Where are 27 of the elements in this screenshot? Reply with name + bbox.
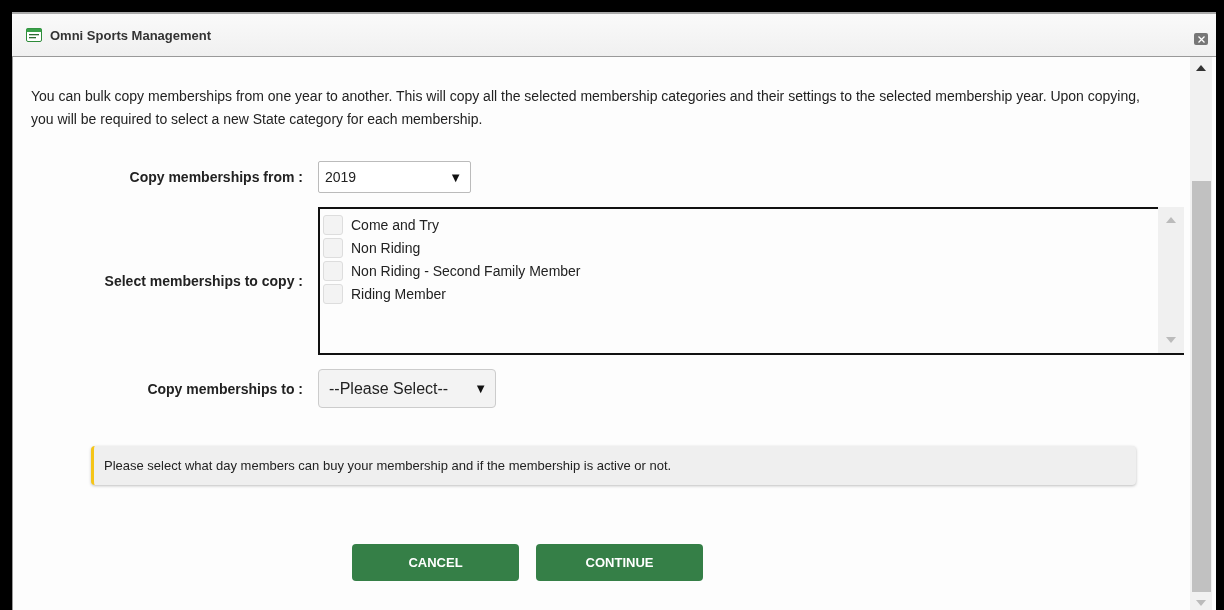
checkbox[interactable] [323, 237, 343, 258]
checkbox[interactable] [323, 214, 343, 235]
intro-text: You can bulk copy memberships from one year to another. This will copy all the selected membership categories and their settings to the selected membership year. Upon copying, you will be required to select a new State category for each membership. [31, 87, 1141, 129]
close-button[interactable] [1194, 33, 1208, 45]
scrollbar[interactable] [1190, 57, 1212, 610]
field-label: Copy memberships from : [128, 169, 303, 185]
field-label: Select memberships to copy : [103, 273, 303, 289]
info-note: Please select what day members can buy your membership and if the membership is active or not. [91, 446, 1136, 485]
membership-label: Riding Member [351, 285, 446, 302]
membership-label: Non Riding - Second Family Member [351, 262, 581, 279]
scroll-up-icon[interactable] [1196, 65, 1206, 71]
checkbox[interactable] [323, 260, 343, 281]
scroll-thumb[interactable] [1191, 181, 1211, 592]
membership-label: Come and Try [351, 216, 439, 233]
checkbox[interactable] [323, 283, 343, 304]
field-label: Copy memberships to : [146, 380, 303, 397]
membership-label: Non Riding [351, 239, 421, 256]
close-icon [1196, 34, 1206, 44]
action-button[interactable]: CANCEL [352, 544, 519, 581]
scroll-down-icon[interactable] [1196, 600, 1206, 606]
action-button[interactable]: CONTINUE [536, 544, 703, 581]
scroll-down-icon[interactable] [1166, 337, 1176, 343]
year-dropdown[interactable]: --Please Select-- ▼ [318, 369, 496, 408]
year-dropdown[interactable]: 2019 ▼ [318, 161, 471, 193]
scrollbar[interactable] [1158, 207, 1184, 353]
window-title: Omni Sports Management [50, 27, 212, 43]
app-icon [26, 28, 42, 42]
